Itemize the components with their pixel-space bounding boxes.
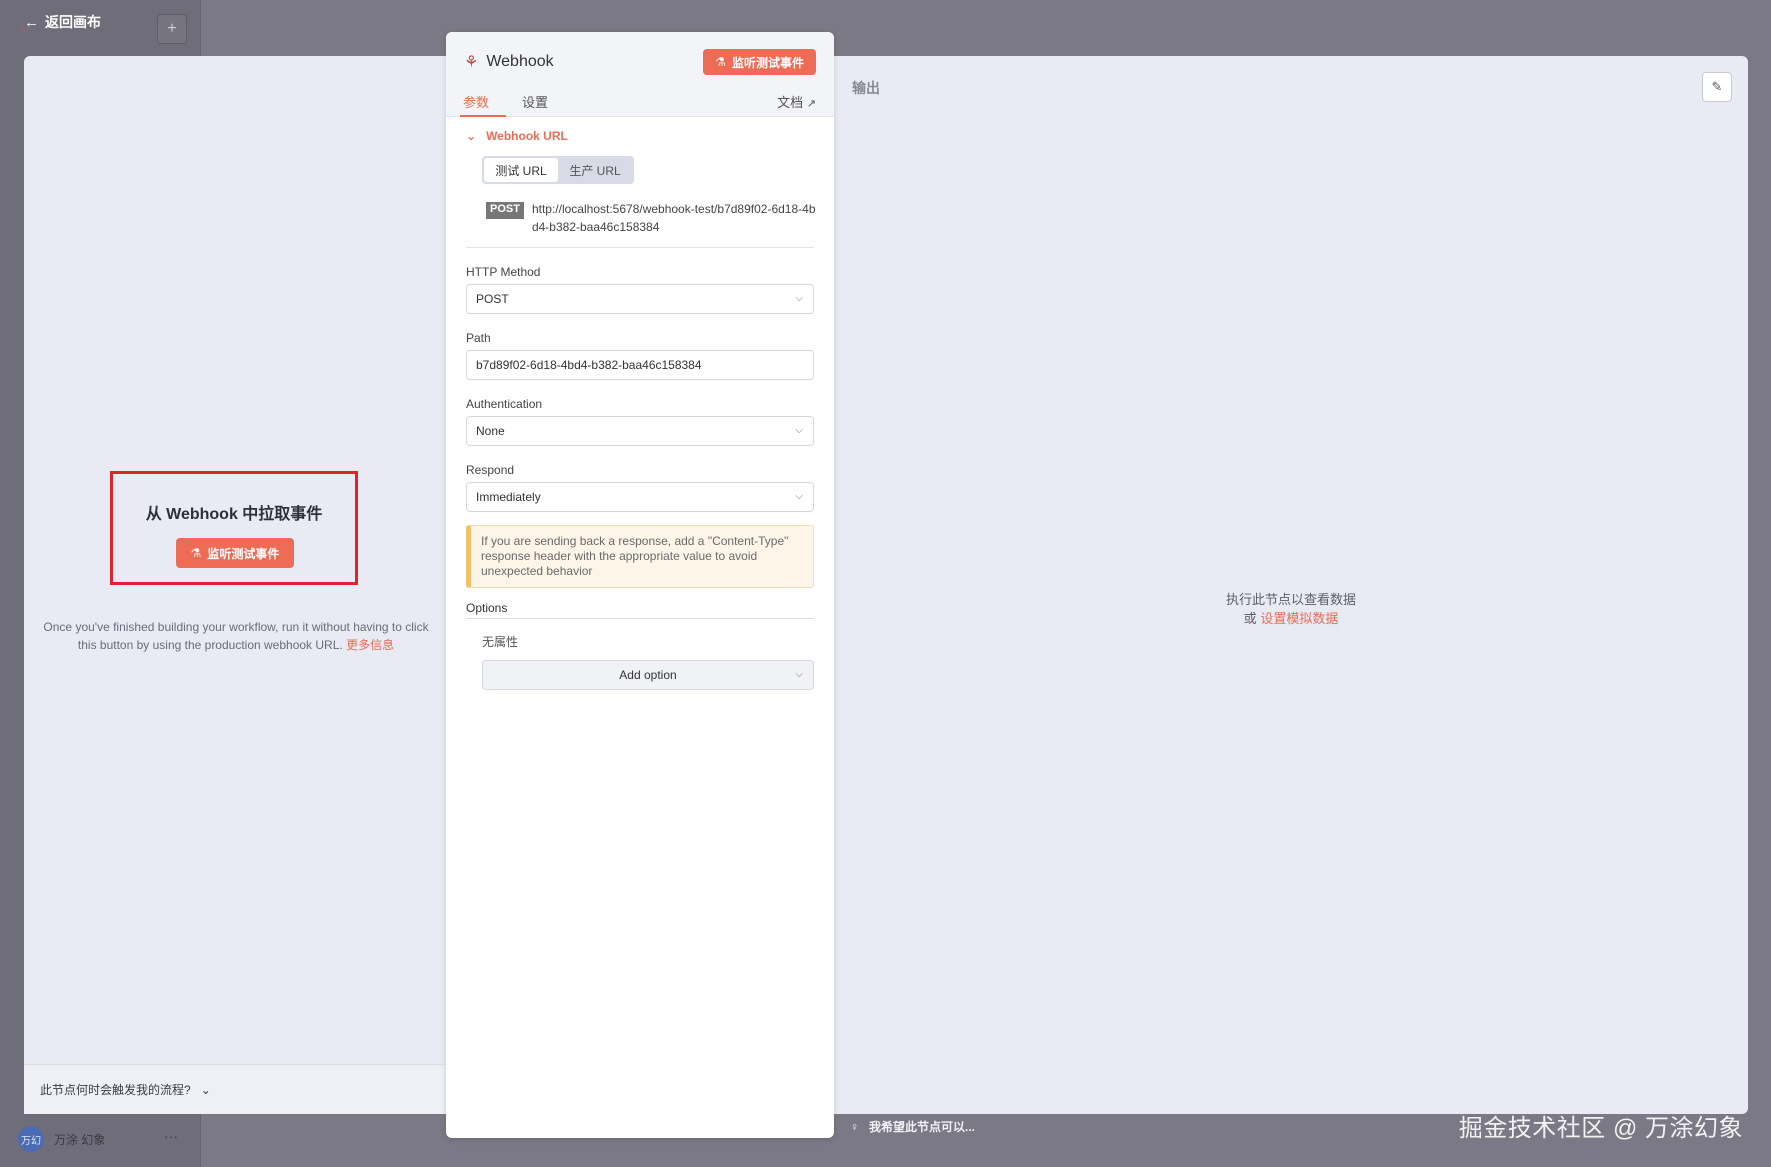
test-url-option[interactable]: 测试 URL: [484, 158, 558, 182]
output-empty-state: 执行此节点以查看数据 或 设置模拟数据: [834, 590, 1748, 628]
docs-label: 文档: [777, 95, 804, 110]
chevron-down-icon: ⌄: [466, 129, 477, 143]
http-method-select[interactable]: POST ⌵: [466, 284, 814, 314]
node-feedback-link[interactable]: ♀ 我希望此节点可以...: [850, 1118, 975, 1135]
authentication-select[interactable]: None ⌵: [466, 416, 814, 446]
production-hint: Once you've finished building your workf…: [38, 618, 434, 654]
avatar: 万幻: [18, 1126, 44, 1152]
back-label: 返回画布: [45, 14, 101, 30]
trigger-question-text: 此节点何时会触发我的流程?: [40, 1083, 191, 1097]
authentication-label: Authentication: [466, 397, 543, 411]
respond-select[interactable]: Immediately ⌵: [466, 482, 814, 512]
listen-button-label: 监听测试事件: [207, 546, 280, 561]
webhook-url-row[interactable]: POST http://localhost:5678/webhook-test/…: [486, 200, 816, 236]
respond-value: Immediately: [476, 490, 541, 504]
webhook-url[interactable]: http://localhost:5678/webhook-test/b7d89…: [532, 200, 816, 236]
back-to-canvas-link[interactable]: ← 返回画布: [24, 12, 101, 32]
more-info-link[interactable]: 更多信息: [346, 638, 394, 652]
flask-icon: ⚗: [190, 546, 202, 560]
flask-icon: ⚗: [715, 55, 726, 69]
node-title-text: Webhook: [486, 53, 554, 70]
chevron-down-icon: ⌵: [795, 425, 803, 436]
set-mock-data-link[interactable]: 设置模拟数据: [1260, 611, 1338, 626]
tab-parameters[interactable]: 参数: [463, 92, 489, 111]
http-method-value: POST: [476, 292, 509, 306]
watermark: 掘金技术社区 @ 万涂幻象: [1458, 1115, 1743, 1142]
panel-header: ⚘ Webhook ⚗ 监听测试事件 参数 设置 文档 ↗: [446, 32, 834, 117]
add-option-label: Add option: [619, 668, 677, 682]
url-type-toggle: 测试 URL 生产 URL: [482, 156, 634, 184]
chevron-down-icon: ⌵: [795, 293, 803, 304]
chevron-down-icon: ⌵: [795, 669, 803, 680]
active-tab-indicator: [460, 115, 506, 117]
user-menu[interactable]: 万幻 万涂 幻象: [18, 1126, 105, 1152]
panel-listen-label: 监听测试事件: [731, 55, 804, 70]
or-label: 或: [1243, 611, 1257, 626]
chevron-down-icon: ⌄: [200, 1082, 211, 1097]
node-details-overlay: 从 Webhook 中拉取事件 ⚗ 监听测试事件 Once you've fin…: [24, 56, 1748, 1114]
path-value: b7d89f02-6d18-4bd4-b382-baa46c158384: [476, 358, 702, 372]
output-pane: 输出 ✎ 执行此节点以查看数据 或 设置模拟数据: [834, 56, 1748, 1114]
content-type-notice: If you are sending back a response, add …: [466, 525, 814, 588]
add-option-select[interactable]: Add option ⌵: [482, 660, 814, 690]
path-label: Path: [466, 331, 491, 345]
chevron-down-icon: ⌵: [795, 491, 803, 502]
webhook-url-section-toggle[interactable]: ⌄ Webhook URL: [466, 129, 568, 143]
external-link-icon: ↗: [806, 98, 816, 110]
tab-settings[interactable]: 设置: [522, 92, 548, 111]
divider: [466, 618, 814, 619]
path-input[interactable]: b7d89f02-6d18-4bd4-b382-baa46c158384: [466, 350, 814, 380]
user-name: 万涂 幻象: [54, 1132, 106, 1147]
arrow-left-icon: ←: [24, 13, 39, 31]
feedback-text: 我希望此节点可以...: [869, 1120, 976, 1134]
method-badge: POST: [486, 202, 524, 219]
respond-label: Respond: [466, 463, 515, 477]
no-properties-text: 无属性: [482, 635, 519, 649]
add-node-button[interactable]: +: [157, 14, 187, 44]
webhook-icon: ⚘: [464, 54, 479, 71]
execute-hint: 执行此节点以查看数据: [1225, 592, 1356, 607]
panel-tabs: 参数 设置 文档 ↗: [446, 86, 834, 117]
more-icon[interactable]: ···: [164, 1128, 178, 1144]
lightbulb-icon: ♀: [850, 1119, 859, 1134]
node-title: ⚘ Webhook: [464, 52, 554, 72]
trigger-question-toggle[interactable]: 此节点何时会触发我的流程? ⌄: [24, 1064, 446, 1114]
webhook-url-section-title: Webhook URL: [486, 129, 568, 143]
input-pane: 从 Webhook 中拉取事件 ⚗ 监听测试事件 Once you've fin…: [24, 56, 446, 1114]
divider: [466, 247, 814, 248]
panel-listen-button[interactable]: ⚗ 监听测试事件: [703, 49, 816, 75]
edit-output-button[interactable]: ✎: [1702, 72, 1732, 102]
authentication-value: None: [476, 424, 505, 438]
http-method-label: HTTP Method: [466, 265, 541, 279]
pencil-icon: ✎: [1711, 79, 1723, 94]
docs-link[interactable]: 文档 ↗: [777, 92, 816, 111]
options-label: Options: [466, 601, 508, 615]
output-label: 输出: [852, 80, 880, 96]
production-url-option[interactable]: 生产 URL: [558, 158, 632, 182]
node-parameters-panel: ⚘ Webhook ⚗ 监听测试事件 参数 设置 文档 ↗ ⌄ Webhook …: [446, 32, 834, 1138]
pull-events-title: 从 Webhook 中拉取事件: [145, 506, 323, 523]
listen-test-event-button[interactable]: ⚗ 监听测试事件: [176, 538, 294, 568]
